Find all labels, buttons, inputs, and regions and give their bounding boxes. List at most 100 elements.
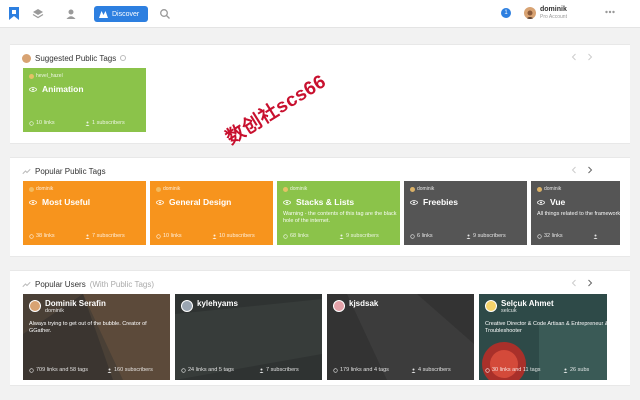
user-card[interactable]: Dominik Serafin dominik Always trying to…: [23, 294, 170, 380]
user-avatar[interactable]: [181, 300, 193, 312]
user-handle: dominik: [45, 308, 64, 314]
subscribers-count: 1 subscribers: [85, 120, 125, 126]
owner-avatar: [537, 186, 542, 192]
user-avatar[interactable]: [29, 300, 41, 312]
link-icon: [29, 120, 34, 126]
user-name[interactable]: kylehyams: [197, 299, 238, 308]
tag-owner[interactable]: dominik: [537, 186, 561, 192]
section-header: Popular Users (With Public Tags): [22, 277, 154, 291]
user-name[interactable]: Selçuk Ahmet: [501, 299, 554, 308]
trending-icon: [22, 281, 31, 287]
tag-card[interactable]: dominik General Design 10 links 10 subsc…: [150, 181, 273, 245]
user-name[interactable]: Dominik Serafin: [45, 299, 106, 308]
section-header: Popular Public Tags: [22, 164, 106, 178]
user-card[interactable]: Selçuk Ahmet selcuk Creative Director & …: [479, 294, 607, 380]
user-plan: Pro Account: [540, 14, 567, 20]
eye-icon: [29, 199, 37, 205]
tag-card[interactable]: dominik Vue All things related to the fr…: [531, 181, 620, 245]
tag-title[interactable]: Freebies: [410, 197, 458, 207]
owner-avatar: [410, 186, 415, 192]
prev-arrow-icon[interactable]: [570, 53, 578, 61]
tag-card[interactable]: dominik Most Useful 38 links 7 subscribe…: [23, 181, 146, 245]
user-avatar[interactable]: [524, 7, 536, 19]
ggather-logo-icon[interactable]: [8, 6, 20, 21]
person-icon: [466, 234, 471, 239]
person-icon: [85, 121, 90, 126]
trending-icon: [22, 168, 31, 174]
link-icon: [410, 233, 415, 239]
avatar-face-icon: [525, 10, 535, 19]
person-icon: [107, 368, 112, 373]
user-bio: Creative Director & Code Artisan & Entre…: [485, 321, 607, 334]
user-avatar[interactable]: [333, 300, 345, 312]
next-arrow-icon[interactable]: [586, 166, 594, 174]
stack-icon[interactable]: [32, 8, 44, 20]
owner-avatar: [29, 73, 34, 79]
section-header: Suggested Public Tags: [22, 51, 127, 65]
link-icon: [29, 367, 34, 373]
next-arrow-icon[interactable]: [586, 279, 594, 287]
links-count: 6 links: [410, 233, 433, 239]
tag-title[interactable]: Stacks & Lists: [283, 197, 354, 207]
links-count: 10 links: [29, 120, 55, 126]
section-title: Popular Users: [35, 279, 86, 289]
suggested-avatar-icon: [22, 53, 31, 63]
subscribers-count: 9 subscribers: [339, 233, 379, 239]
tag-owner[interactable]: hevel_hazel: [29, 73, 63, 79]
eye-icon: [156, 199, 164, 205]
prev-arrow-icon[interactable]: [570, 279, 578, 287]
tag-owner[interactable]: dominik: [410, 186, 434, 192]
more-icon[interactable]: [605, 10, 615, 14]
eye-icon: [283, 199, 291, 205]
links-count: 32 links: [537, 233, 563, 239]
users-icon[interactable]: [65, 8, 77, 20]
link-icon: [333, 367, 338, 373]
notification-badge[interactable]: 1: [501, 8, 511, 18]
search-icon[interactable]: [159, 8, 171, 20]
person-icon: [339, 234, 344, 239]
subscribers-count: [593, 234, 600, 239]
user-handle: selcuk: [501, 308, 517, 314]
link-icon: [537, 233, 542, 239]
links-count: 10 links: [156, 233, 182, 239]
tag-owner[interactable]: dominik: [156, 186, 180, 192]
section-title: Popular Public Tags: [35, 166, 106, 176]
section-subtitle: (With Public Tags): [89, 279, 155, 289]
person-icon: [563, 368, 568, 373]
discover-button[interactable]: Discover: [94, 6, 148, 22]
eye-icon: [29, 86, 37, 92]
eye-icon: [410, 199, 418, 205]
links-count: 68 links: [283, 233, 309, 239]
tag-card[interactable]: dominik Stacks & Lists Warning - the con…: [277, 181, 400, 245]
user-card[interactable]: kjsdsak 179 links and 4 tags 4 subscribe…: [327, 294, 474, 380]
user-name[interactable]: kjsdsak: [349, 299, 378, 308]
info-icon[interactable]: [120, 55, 127, 61]
tag-title[interactable]: Vue: [537, 197, 565, 207]
user-avatar[interactable]: [485, 300, 497, 312]
tag-owner[interactable]: dominik: [283, 186, 307, 192]
discover-icon: [99, 10, 108, 18]
tag-owner[interactable]: dominik: [29, 186, 53, 192]
popular-public-tags-section: Popular Public Tags dominik Most Useful …: [10, 157, 630, 257]
tag-card[interactable]: dominik Freebies 6 links 9 subscribers: [404, 181, 527, 245]
person-icon: [259, 368, 264, 373]
person-icon: [411, 368, 416, 373]
links-count: 24 links and 5 tags: [181, 367, 234, 373]
owner-avatar: [156, 186, 161, 192]
subscribers-count: 10 subscribers: [212, 233, 255, 239]
user-name[interactable]: dominik: [540, 6, 567, 13]
link-icon: [485, 367, 490, 373]
user-card[interactable]: kylehyams 24 links and 5 tags 7 subscrib…: [175, 294, 322, 380]
person-icon: [593, 234, 598, 239]
prev-arrow-icon[interactable]: [570, 166, 578, 174]
tag-description: All things related to the framework.: [537, 211, 620, 217]
subscribers-count: 4 subscribers: [411, 367, 451, 373]
links-count: 30 links and 11 tags: [485, 367, 541, 373]
tag-title[interactable]: Most Useful: [29, 197, 90, 207]
tag-title[interactable]: Animation: [29, 84, 84, 94]
top-bar: Discover 1 dominik Pro Account: [0, 0, 640, 28]
tag-card[interactable]: hevel_hazel Animation 10 links 1 subscri…: [23, 68, 146, 132]
next-arrow-icon[interactable]: [586, 53, 594, 61]
popular-users-section: Popular Users (With Public Tags) Dominik…: [10, 270, 630, 386]
tag-title[interactable]: General Design: [156, 197, 231, 207]
